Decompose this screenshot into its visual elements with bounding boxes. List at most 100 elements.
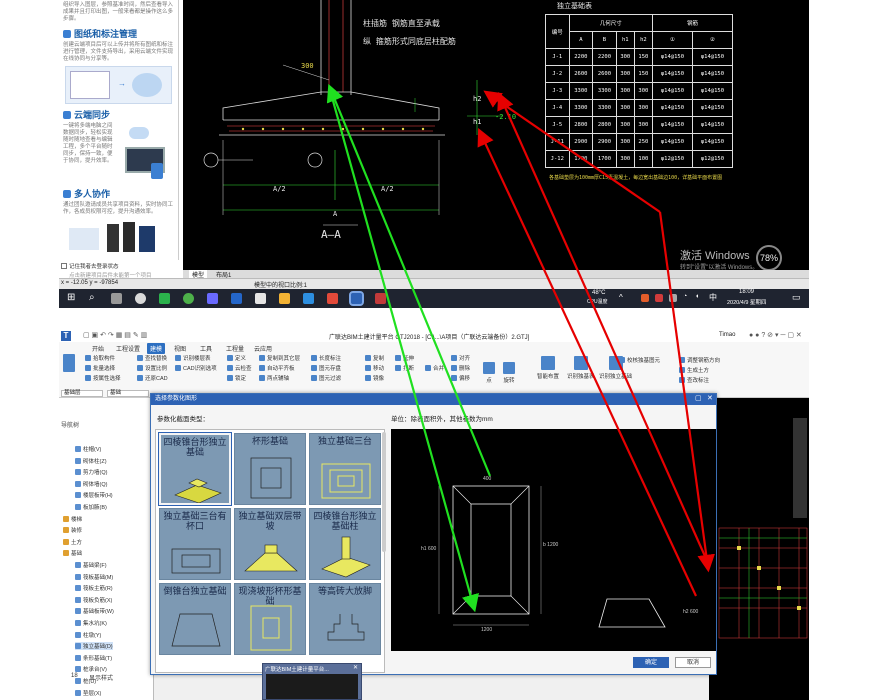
identify-floor-table-button[interactable]: 识别楼层表 <box>175 354 211 362</box>
tree-item[interactable]: 筏板负筋(X) <box>75 596 112 604</box>
app-icon-2[interactable] <box>183 293 194 304</box>
tree-group[interactable]: 基础 <box>63 549 82 557</box>
windows-start-icon[interactable]: ⊞ <box>67 293 75 303</box>
app-icon-3[interactable] <box>207 293 218 304</box>
confirm-button[interactable]: 确定 <box>633 657 669 668</box>
copy-to-floors-button[interactable]: 复制到其它层 <box>259 354 300 362</box>
lock-button[interactable]: 锁定 <box>227 374 246 382</box>
cad-viewport-top[interactable]: 柱插筋 钢筋直至承载 纵 箍筋形式同底层柱配筋 300 A/2 A/2 A A—… <box>183 0 809 270</box>
thumb-double-slope-foundation[interactable]: 独立基础双层带坡 <box>234 508 306 580</box>
select-by-attr-button[interactable]: 按属性选择 <box>85 374 121 382</box>
thumb-three-step-foundation[interactable]: 独立基础三台 <box>309 433 381 505</box>
tab-tools[interactable]: 工具 <box>197 343 215 354</box>
identify-foundation-table-button[interactable]: 识别独基表 <box>567 356 595 380</box>
volume-icon[interactable]: ◖ <box>695 293 699 300</box>
app-icon-4[interactable] <box>231 293 242 304</box>
input-lang[interactable]: 中 <box>709 292 717 303</box>
tab-project-settings[interactable]: 工程设置 <box>113 343 143 354</box>
find-replace-button[interactable]: 查找替换 <box>137 354 167 362</box>
align-button[interactable]: 对齐 <box>451 354 470 362</box>
two-point-axis-button[interactable]: 两点辅轴 <box>259 374 289 382</box>
thumb-pyramid-column-foundation[interactable]: 四棱锥台形独立基础柱 <box>309 508 381 580</box>
check-annotation-button[interactable]: 查改标注 <box>679 376 709 384</box>
move-button[interactable]: 移动 <box>365 364 384 372</box>
app-icon-7[interactable] <box>327 293 338 304</box>
tree-item[interactable]: 独立基础(D) <box>75 642 113 651</box>
adjust-rebar-button[interactable]: 调整钢筋方向 <box>679 356 720 364</box>
cad-viewport-bottom[interactable] <box>709 398 809 700</box>
generate-earthwork-button[interactable]: 生成土方 <box>679 366 709 374</box>
merge-button[interactable]: 合并 <box>425 364 444 372</box>
tray-icon-2[interactable] <box>655 294 663 302</box>
remember-login[interactable]: 记住我者去登录状态 <box>61 262 119 270</box>
floor-select[interactable]: 基础层 <box>61 390 103 397</box>
user-name[interactable]: Timao <box>719 332 735 338</box>
search-icon[interactable]: ⌕ <box>89 292 95 303</box>
tab-view[interactable]: 视图 <box>171 343 189 354</box>
dialog-maximize-icon[interactable]: ▢ <box>695 394 702 402</box>
thumb-cup-foundation[interactable]: 杯形基础 <box>234 433 306 505</box>
cancel-button[interactable]: 取消 <box>675 657 711 668</box>
file-explorer-icon[interactable] <box>279 293 290 304</box>
clock-time[interactable]: 18:09 <box>739 289 754 295</box>
app-icon-1[interactable] <box>135 293 146 304</box>
smart-layout-button[interactable]: 智能布置 <box>537 356 559 380</box>
rotate-button[interactable]: 旋转 <box>503 362 515 384</box>
tree-item[interactable]: 基础板带(W) <box>75 607 114 615</box>
mini-window-close-icon[interactable]: ✕ <box>353 664 358 671</box>
restore-cad-button[interactable]: 还原CAD <box>137 374 168 382</box>
quick-access-toolbar[interactable]: ▢ ▣ ↶ ↷ ▦ ▤ ✎ ▥ <box>83 331 147 339</box>
tree-item[interactable]: 筏板基础(M) <box>75 573 113 581</box>
thumb-brick-footing[interactable]: 等高砖大放脚 <box>309 583 381 655</box>
check-foundation-button[interactable]: 校核独基图元 <box>619 356 660 364</box>
pick-component-button[interactable]: 拾取构件 <box>85 354 115 362</box>
batch-select-button[interactable]: 批量选择 <box>85 364 115 372</box>
tray-chevron-icon[interactable]: ^ <box>619 293 623 302</box>
clock-date[interactable]: 2020/4/9 星期四 <box>727 298 766 306</box>
app-icon-6[interactable] <box>303 293 314 304</box>
auto-flat-slab-button[interactable]: 自动平齐板 <box>259 364 295 372</box>
thumb-scrollbar[interactable] <box>382 432 386 552</box>
tree-group[interactable]: 土方 <box>63 538 82 546</box>
tab-quantity[interactable]: 工程量 <box>223 343 247 354</box>
save-element-button[interactable]: 图元存盘 <box>311 364 341 372</box>
length-dim-button[interactable]: 长度标注 <box>311 354 341 362</box>
mirror-button[interactable]: 镜像 <box>365 374 384 382</box>
thumb-three-step-cup-foundation[interactable]: 独立基础三台有杯口 <box>159 508 231 580</box>
set-scale-button[interactable]: 设置比例 <box>137 364 167 372</box>
tree-item[interactable]: 柱帽(V) <box>75 445 101 453</box>
tree-group[interactable]: 装修 <box>63 526 82 534</box>
notification-icon[interactable]: ▭ <box>792 292 801 303</box>
cloud-check-button[interactable]: 云检查 <box>227 364 252 372</box>
tree-item[interactable]: 砌体柱(Z) <box>75 457 107 465</box>
tab-modeling[interactable]: 建模 <box>147 343 166 354</box>
tree-item[interactable]: 集水坑(K) <box>75 619 107 627</box>
tree-item[interactable]: 砌体墙(Q) <box>75 480 107 488</box>
tree-item[interactable]: 柱墩(Y) <box>75 631 101 639</box>
tray-icon-1[interactable] <box>641 294 649 302</box>
tab-start[interactable]: 开始 <box>89 343 107 354</box>
network-icon[interactable]: ◔ <box>683 293 687 300</box>
remember-checkbox[interactable] <box>61 263 67 269</box>
gtj-app-icon[interactable] <box>349 291 364 306</box>
select-button[interactable] <box>63 354 75 372</box>
view-toolbar[interactable] <box>793 418 807 518</box>
app-icon-5[interactable] <box>255 293 266 304</box>
extend-button[interactable]: 延伸 <box>395 354 414 362</box>
point-button[interactable]: 点 <box>483 362 495 384</box>
tree-item[interactable]: 筏板主筋(R) <box>75 584 113 592</box>
tree-item[interactable]: 基础梁(F) <box>75 561 107 569</box>
tree-item[interactable]: 垫层(X) <box>75 689 101 697</box>
thumb-pyramid-foundation[interactable]: 四棱锥台形独立基础 <box>158 432 232 506</box>
cad-options-button[interactable]: CAD识别选项 <box>175 364 217 372</box>
thumb-inverted-frustum-foundation[interactable]: 倒锥台独立基础 <box>159 583 231 655</box>
define-button[interactable]: 定义 <box>227 354 246 362</box>
tree-item[interactable]: 楼层板带(H) <box>75 491 113 499</box>
thumb-cast-slope-cup-foundation[interactable]: 现浇坡形杯形基础 <box>234 583 306 655</box>
cad-app-icon[interactable] <box>375 293 386 304</box>
delete-button[interactable]: 删除 <box>451 364 470 372</box>
tree-group[interactable]: 楼梯 <box>63 515 82 523</box>
dialog-close-icon[interactable]: ✕ <box>707 394 713 402</box>
taskbar-thumbnail-window[interactable]: 广联达BIM土建计量平台... ✕ <box>262 663 362 700</box>
tab-cloud[interactable]: 云应用 <box>251 343 275 354</box>
